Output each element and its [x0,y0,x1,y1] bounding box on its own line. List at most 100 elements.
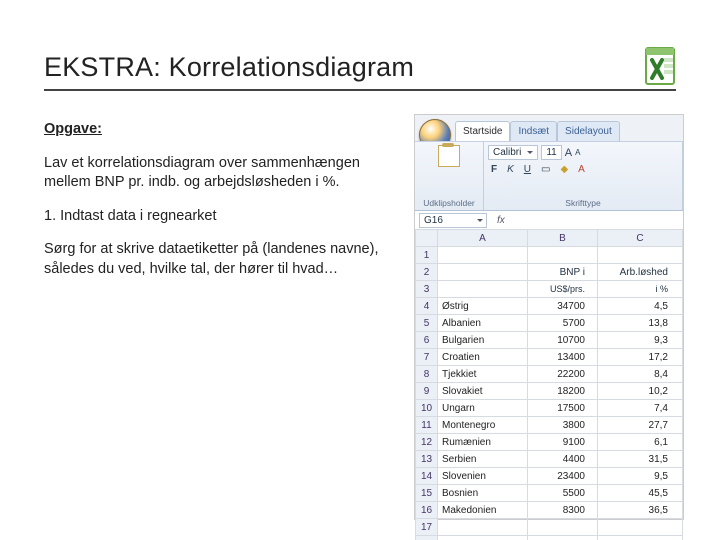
row-header[interactable]: 6 [416,332,438,349]
cell[interactable]: 4400 [528,451,598,468]
cell[interactable]: 5500 [528,485,598,502]
row-header[interactable]: 2 [416,264,438,281]
row-header[interactable]: 12 [416,434,438,451]
cell[interactable]: Slovakiet [438,383,528,400]
col-header-a[interactable]: A [438,230,528,247]
cell[interactable]: 6,1 [598,434,683,451]
cell[interactable] [528,247,598,264]
cell[interactable]: Bulgarien [438,332,528,349]
table-row[interactable]: 2 BNP iArb.løshed [416,264,683,281]
cell[interactable]: Montenegro [438,417,528,434]
cell[interactable]: Makedonien [438,502,528,519]
table-row[interactable]: 16Makedonien830036,5 [416,502,683,519]
table-row[interactable]: 4Østrig347004,5 [416,298,683,315]
row-header[interactable]: 5 [416,315,438,332]
cell[interactable]: 10700 [528,332,598,349]
cell[interactable]: 9,3 [598,332,683,349]
font-size-dropdown[interactable]: 11 [541,145,561,160]
table-row[interactable]: 5Albanien570013,8 [416,315,683,332]
table-row[interactable]: 7Croatien1340017,2 [416,349,683,366]
row-header[interactable]: 16 [416,502,438,519]
col-header-c[interactable]: C [598,230,683,247]
cell[interactable]: 10,2 [598,383,683,400]
cell[interactable]: Rumænien [438,434,528,451]
table-row[interactable]: 6Bulgarien107009,3 [416,332,683,349]
row-header[interactable]: 1 [416,247,438,264]
cell[interactable] [438,247,528,264]
data-table[interactable]: A B C 12BNP iArb.løshed3US$/prs.i %4Østr… [415,229,683,540]
italic-button[interactable]: K [504,163,517,176]
cell[interactable]: Tjekkiet [438,366,528,383]
border-icon[interactable]: ▭ [538,163,553,176]
cell[interactable]: 13400 [528,349,598,366]
cell[interactable]: 4,5 [598,298,683,315]
table-row[interactable]: 13Serbien440031,5 [416,451,683,468]
cell[interactable]: 5700 [528,315,598,332]
underline-button[interactable]: U [521,163,534,176]
table-row[interactable]: 8Tjekkiet222008,4 [416,366,683,383]
cell[interactable]: 7,4 [598,400,683,417]
cell[interactable]: 31,5 [598,451,683,468]
cell[interactable] [598,247,683,264]
shrink-font-icon[interactable]: A [575,148,580,157]
cell[interactable]: US$/prs. [528,281,598,298]
row-header[interactable]: 13 [416,451,438,468]
table-row[interactable]: 18 [416,536,683,540]
table-row[interactable]: 3US$/prs.i % [416,281,683,298]
cell[interactable]: 3800 [528,417,598,434]
cell[interactable]: Albanien [438,315,528,332]
cell[interactable]: i % [598,281,683,298]
cell[interactable] [438,536,528,540]
row-header[interactable]: 18 [416,536,438,540]
table-row[interactable]: 17 [416,519,683,536]
cell[interactable] [528,519,598,536]
cell[interactable]: 22200 [528,366,598,383]
row-header[interactable]: 11 [416,417,438,434]
cell[interactable]: Bosnien [438,485,528,502]
select-all-cell[interactable] [416,230,438,247]
worksheet[interactable]: A B C 12BNP iArb.løshed3US$/prs.i %4Østr… [415,229,683,519]
cell[interactable]: 18200 [528,383,598,400]
row-header[interactable]: 9 [416,383,438,400]
cell[interactable] [598,519,683,536]
row-header[interactable]: 4 [416,298,438,315]
paste-icon[interactable] [438,145,460,167]
row-header[interactable]: 17 [416,519,438,536]
table-row[interactable]: 9Slovakiet1820010,2 [416,383,683,400]
tab-sidelayout[interactable]: Sidelayout [557,121,620,141]
cell[interactable]: 8,4 [598,366,683,383]
table-row[interactable]: 1 [416,247,683,264]
cell[interactable]: Ungarn [438,400,528,417]
cell[interactable] [438,519,528,536]
cell[interactable] [528,536,598,540]
cell[interactable]: 17,2 [598,349,683,366]
cell[interactable]: 34700 [528,298,598,315]
cell[interactable]: 13,8 [598,315,683,332]
cell[interactable]: 9,5 [598,468,683,485]
row-header[interactable]: 10 [416,400,438,417]
table-row[interactable]: 14Slovenien234009,5 [416,468,683,485]
table-row[interactable]: 15Bosnien550045,5 [416,485,683,502]
grow-font-icon[interactable]: A [565,147,572,159]
cell[interactable] [598,536,683,540]
cell[interactable]: 36,5 [598,502,683,519]
cell[interactable]: Østrig [438,298,528,315]
row-header[interactable]: 8 [416,366,438,383]
fill-color-icon[interactable]: ◆ [557,163,571,176]
cell[interactable]: BNP i [528,264,598,281]
tab-indsaet[interactable]: Indsæt [510,121,557,141]
cell[interactable] [438,281,528,298]
tab-startside[interactable]: Startside [455,121,510,141]
table-row[interactable]: 12Rumænien91006,1 [416,434,683,451]
cell[interactable]: 8300 [528,502,598,519]
font-color-icon[interactable]: A [575,163,588,176]
cell[interactable]: Arb.løshed [598,264,683,281]
bold-button[interactable]: F [488,163,500,176]
cell[interactable]: Slovenien [438,468,528,485]
cell[interactable]: Croatien [438,349,528,366]
cell[interactable]: 27,7 [598,417,683,434]
cell[interactable]: 17500 [528,400,598,417]
cell[interactable]: Serbien [438,451,528,468]
row-header[interactable]: 15 [416,485,438,502]
cell[interactable]: 23400 [528,468,598,485]
